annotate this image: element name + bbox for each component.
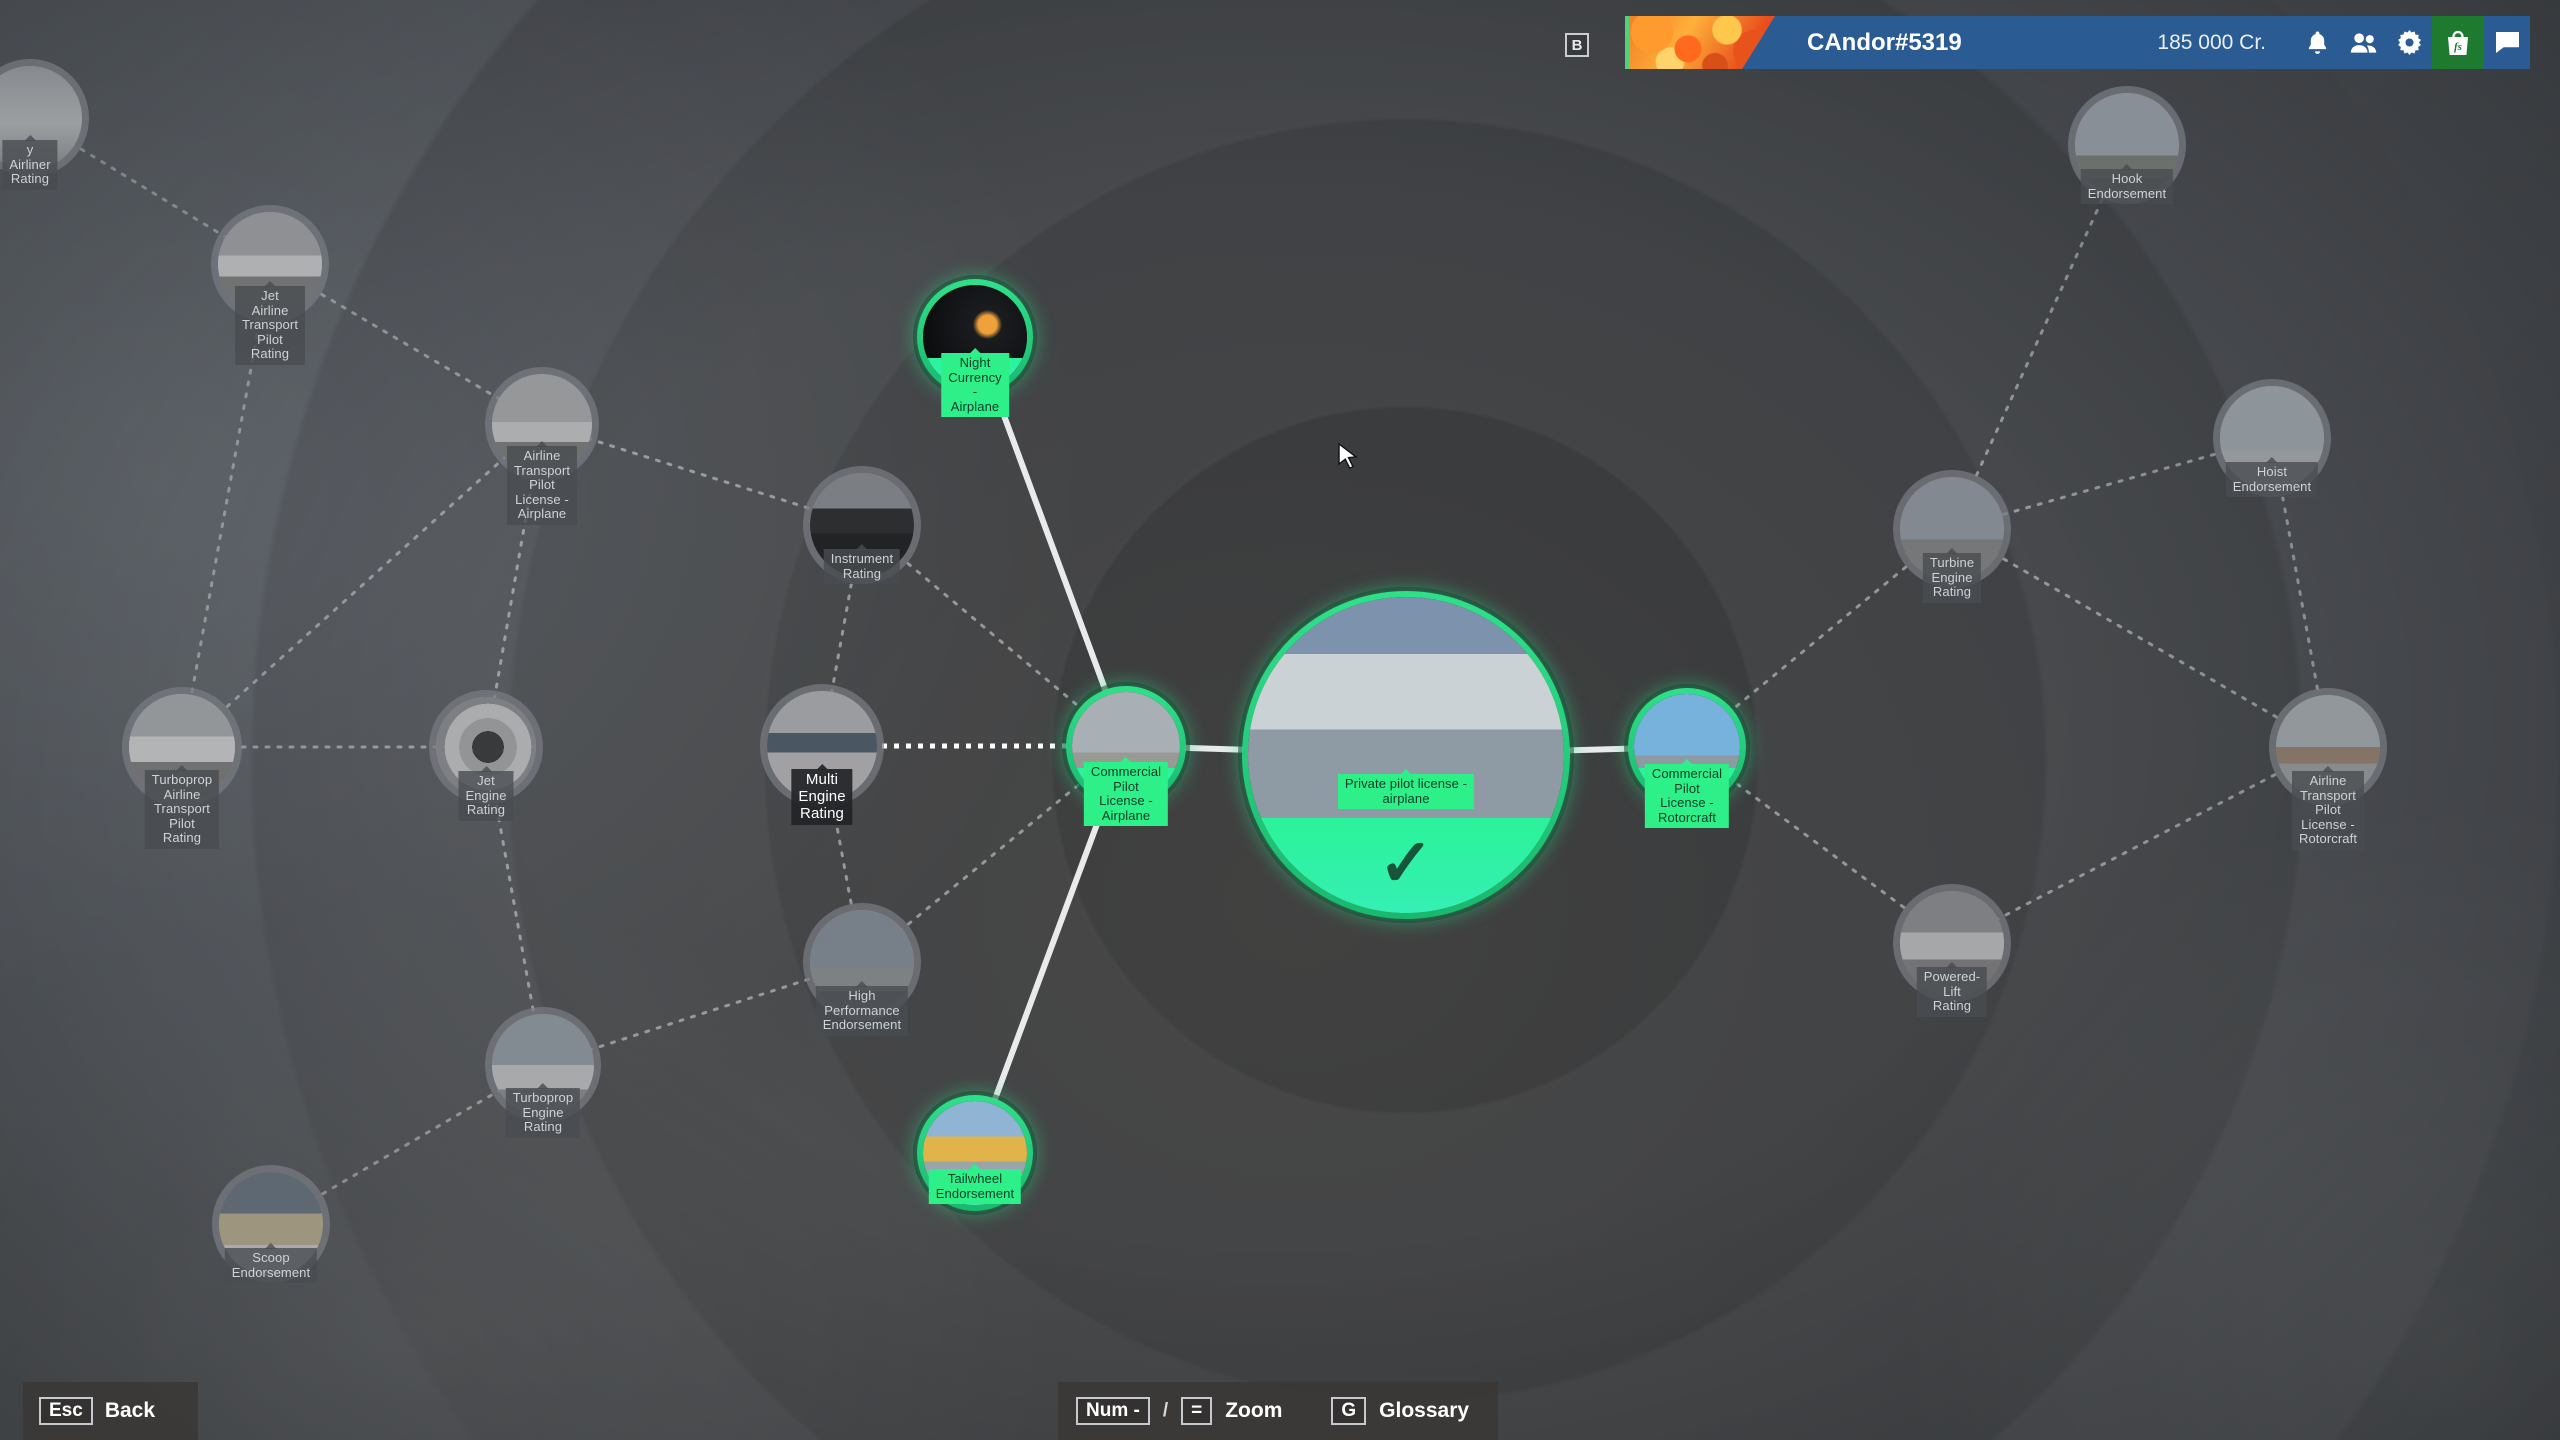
zoom-label: Zoom <box>1225 1399 1283 1422</box>
skill-node-commercial-pilot-license-rotorcraft[interactable]: ✓Commercial Pilot License - Rotorcraft <box>1628 688 1746 829</box>
label-pointer-nub <box>479 766 492 772</box>
node-thumbnail: ✓ <box>1248 597 1564 913</box>
label-pointer-nub <box>24 135 36 141</box>
key-separator: / <box>1162 1400 1169 1421</box>
label-pointer-nub <box>968 348 981 354</box>
skill-node-night-currency-airplane[interactable]: ✓Night Currency - Airplane <box>917 279 1033 418</box>
node-progress-fill: ✓ <box>1248 818 1564 913</box>
back-hint-bar[interactable]: Esc Back <box>23 1382 198 1440</box>
node-label-private-pilot-license-airplane: Private pilot license - airplane <box>1337 769 1475 810</box>
node-label-airline-transport-pilot-license-airplane: Airline Transport Pilot License - Airpla… <box>506 441 578 525</box>
label-pointer-nub <box>537 1083 549 1089</box>
esc-key-cap: Esc <box>39 1396 93 1426</box>
svg-text:fs: fs <box>2454 41 2462 53</box>
friends-icon[interactable] <box>2340 16 2386 69</box>
skill-node-hook-endorsement[interactable]: Hook Endorsement <box>2075 93 2179 205</box>
node-label-hook-endorsement: Hook Endorsement <box>2080 164 2174 205</box>
skill-node-private-pilot-license-airplane[interactable]: ✓ Private pilot license - airplane <box>1242 591 1570 919</box>
skill-node-commercial-pilot-license-airplane[interactable]: ✓Commercial Pilot License - Airplane <box>1066 686 1186 827</box>
node-label-turboprop-airline-transport-pilot-rating: Turboprop Airline Transport Pilot Rating <box>144 765 220 849</box>
skill-node-hoist-endorsement[interactable]: Hoist Endorsement <box>2220 386 2324 498</box>
label-pointer-nub <box>535 441 548 447</box>
node-label-airline-transport-pilot-license-rotorcraft: Airline Transport Pilot License - Rotorc… <box>2291 766 2365 850</box>
node-label-turbine-engine-rating: Turbine Engine Rating <box>1922 548 1982 603</box>
label-pointer-nub <box>816 764 828 770</box>
node-label-hoist-endorsement: Hoist Endorsement <box>2225 457 2319 498</box>
equals-key-cap: = <box>1181 1396 1213 1426</box>
chat-icon[interactable] <box>2484 16 2530 69</box>
settings-gear-icon[interactable] <box>2386 16 2432 69</box>
node-label-multi-engine-rating: Multi Engine Rating <box>791 764 853 826</box>
skill-node-scoop-endorsement[interactable]: Scoop Endorsement <box>219 1172 323 1284</box>
glossary-label: Glossary <box>1379 1399 1470 1422</box>
label-pointer-nub <box>263 281 276 287</box>
node-label-tailwheel-endorsement: Tailwheel Endorsement <box>928 1164 1022 1205</box>
label-pointer-nub <box>1945 548 1958 554</box>
bind-key-badge[interactable]: B <box>1565 33 1589 57</box>
label-pointer-nub <box>1681 759 1693 765</box>
skill-tree-screen: y Airliner Rating Jet Airline Transport P… <box>0 0 2560 1440</box>
node-label-jet-airline-transport-pilot-rating: Jet Airline Transport Pilot Rating <box>234 281 306 365</box>
g-key-cap: G <box>1331 1396 1367 1426</box>
label-pointer-nub <box>1120 757 1132 763</box>
credits-amount: 185 000 Cr. <box>2157 30 2266 54</box>
label-pointer-nub <box>176 765 188 771</box>
label-pointer-nub <box>855 981 868 987</box>
skill-node-jet-engine-rating[interactable]: Jet Engine Rating <box>436 697 536 821</box>
skill-node-tailwheel-endorsement[interactable]: ✓Tailwheel Endorsement <box>917 1095 1033 1211</box>
label-pointer-nub <box>2322 766 2334 772</box>
skill-node-turboprop-airline-transport-pilot-rating[interactable]: Turboprop Airline Transport Pilot Rating <box>129 694 235 849</box>
back-label: Back <box>104 1399 156 1422</box>
skill-node-multi-engine-rating[interactable]: Multi Engine Rating <box>767 691 877 826</box>
skill-node-heavy-airliner-rating[interactable]: y Airliner Rating <box>0 66 82 190</box>
label-pointer-nub <box>264 1243 277 1249</box>
skill-node-turboprop-engine-rating[interactable]: Turboprop Engine Rating <box>492 1014 594 1138</box>
node-label-high-performance-endorsement: High Performance Endorsement <box>815 981 909 1036</box>
node-label-night-currency-airplane: Night Currency - Airplane <box>941 348 1009 418</box>
label-pointer-nub <box>2265 457 2278 463</box>
label-pointer-nub <box>855 544 868 550</box>
num-minus-key-cap: Num - <box>1076 1396 1150 1426</box>
node-label-scoop-endorsement: Scoop Endorsement <box>224 1243 318 1284</box>
node-label-jet-engine-rating: Jet Engine Rating <box>458 766 514 821</box>
label-pointer-nub <box>1946 962 1958 968</box>
player-top-bar: CAndor#5319 185 000 Cr. fs <box>1625 16 2530 69</box>
skill-node-turbine-engine-rating[interactable]: Turbine Engine Rating <box>1900 477 2004 603</box>
skill-node-airline-transport-pilot-license-airplane[interactable]: Airline Transport Pilot License - Airpla… <box>492 374 592 525</box>
zoom-glossary-hint-bar[interactable]: Num - / = Zoom G Glossary <box>1058 1382 1498 1440</box>
node-completed-ring: ✓ <box>1242 591 1570 919</box>
skill-node-instrument-rating[interactable]: Instrument Rating <box>810 473 914 585</box>
node-label-instrument-rating: Instrument Rating <box>823 544 901 585</box>
mouse-cursor <box>1338 443 1358 470</box>
label-pointer-nub <box>2120 164 2133 170</box>
node-label-heavy-airliner-rating: y Airliner Rating <box>2 135 58 190</box>
label-pointer-nub <box>1400 769 1412 775</box>
notifications-icon[interactable] <box>2294 16 2340 69</box>
skill-node-jet-airline-transport-pilot-rating[interactable]: Jet Airline Transport Pilot Rating <box>218 212 322 365</box>
node-label-turboprop-engine-rating: Turboprop Engine Rating <box>505 1083 581 1138</box>
player-name: CAndor#5319 <box>1807 28 1962 56</box>
skill-node-airline-transport-pilot-license-rotorcraft[interactable]: Airline Transport Pilot License - Rotorc… <box>2276 695 2380 850</box>
shop-bag-icon[interactable]: fs <box>2432 16 2484 69</box>
node-label-powered-lift-rating: Powered-Lift Rating <box>1916 962 1988 1017</box>
label-pointer-nub <box>968 1164 981 1170</box>
completed-check-icon: ✓ <box>1378 825 1434 900</box>
skill-node-powered-lift-rating[interactable]: Powered-Lift Rating <box>1900 891 2004 1017</box>
node-label-commercial-pilot-license-airplane: Commercial Pilot License - Airplane <box>1083 757 1169 827</box>
skill-node-high-performance-endorsement[interactable]: High Performance Endorsement <box>810 910 914 1036</box>
avatar[interactable] <box>1625 16 1775 69</box>
node-label-commercial-pilot-license-rotorcraft: Commercial Pilot License - Rotorcraft <box>1644 759 1730 829</box>
